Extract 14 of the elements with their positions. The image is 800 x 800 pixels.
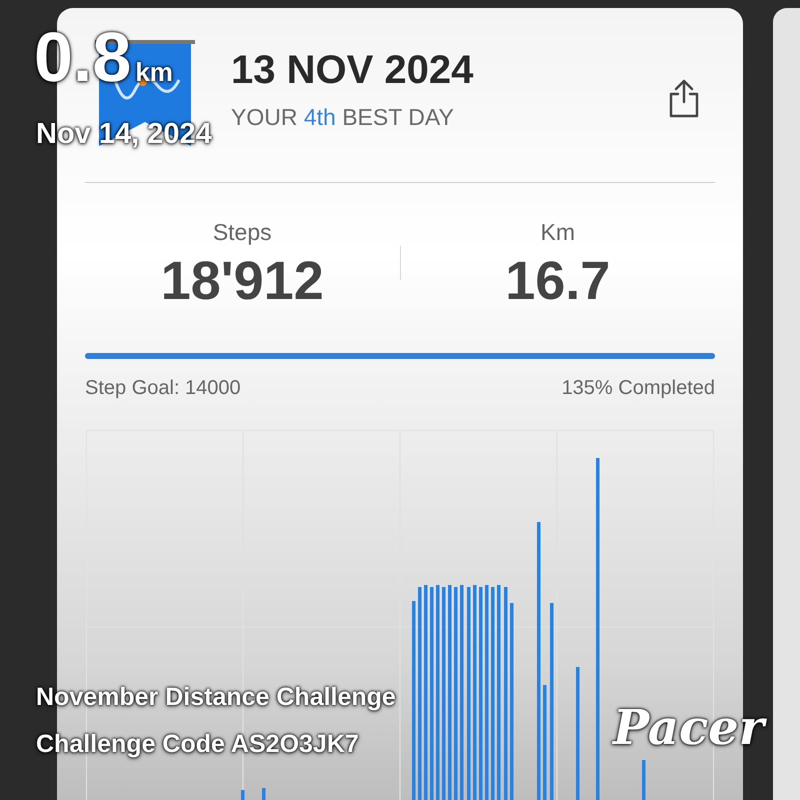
distance-value: 0.8 [34, 22, 132, 92]
date-title: 13 NOV 2024 [231, 50, 474, 90]
chart-bar [642, 760, 646, 800]
stat-value: 16.7 [505, 254, 610, 308]
rank-subtitle: YOUR 4th BEST DAY [231, 104, 455, 131]
step-goal-label: Step Goal: 14000 [85, 377, 241, 400]
distance-unit: km [135, 57, 173, 88]
stat-label: Steps [212, 218, 272, 246]
stat-value: 18'912 [160, 254, 324, 308]
chart-bar [241, 790, 244, 800]
share-icon[interactable] [667, 78, 701, 118]
completion-label: 135% Completed [562, 377, 715, 400]
stat-label: Km [540, 218, 575, 246]
chart-bar [262, 788, 266, 800]
